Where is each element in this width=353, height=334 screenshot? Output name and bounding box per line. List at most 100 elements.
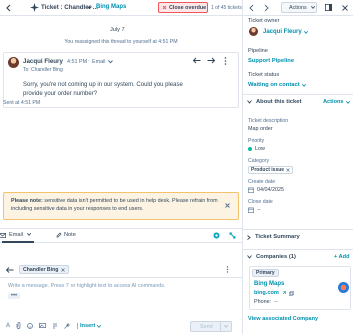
chevron-right-icon[interactable] — [264, 4, 269, 12]
close-icon[interactable] — [225, 203, 230, 208]
more-icon[interactable] — [226, 266, 229, 273]
category-text: Product issue — [251, 167, 285, 173]
tab-note[interactable]: Note — [56, 232, 76, 238]
chevron-down-icon — [345, 100, 350, 104]
phone-value[interactable]: -- — [274, 299, 278, 305]
more-icon[interactable] — [224, 57, 227, 65]
about-actions-dropdown[interactable]: Actions — [323, 99, 350, 105]
close-date-value[interactable]: -- — [248, 207, 261, 213]
ticket-owner-select[interactable]: Jacqui Fleury — [263, 29, 308, 35]
show-quoted-button[interactable]: ••• — [8, 293, 20, 299]
message-input[interactable]: Write a message. Press '/' or highlight … — [8, 283, 165, 289]
recipient-chip[interactable]: Chandler Bing — [19, 265, 70, 274]
create-date-value[interactable]: 04/04/2025 — [248, 187, 284, 193]
magic-icon[interactable] — [64, 322, 71, 329]
chevron-down-icon — [247, 100, 252, 104]
note-icon — [56, 232, 62, 238]
divider — [243, 94, 353, 95]
divider — [0, 277, 242, 278]
about-title: About this ticket — [256, 99, 302, 105]
view-company-link[interactable]: View associated Company — [248, 316, 318, 322]
ai-assistant-icon[interactable] — [213, 232, 220, 239]
close-overdue-badge[interactable]: Close overdue — [158, 2, 208, 13]
more-icon[interactable] — [76, 322, 79, 329]
chevron-down-icon — [303, 30, 308, 34]
banner-strong: Please note: — [11, 198, 43, 204]
ticket-pager: 1 of 45 tickets — [211, 5, 242, 11]
add-company-button[interactable]: + Add — [334, 254, 350, 260]
sent-time: Sent at 4:51 PM — [3, 100, 41, 106]
ticket-owner-value: Jacqui Fleury — [263, 29, 302, 35]
reply-icon[interactable] — [193, 57, 201, 64]
priority-value[interactable]: Low — [248, 146, 265, 152]
divider — [220, 322, 221, 331]
create-date-text: 04/04/2025 — [257, 187, 284, 193]
sidebar-header: Actions — [243, 0, 353, 16]
companies-toggle[interactable]: Companies (1) — [247, 254, 296, 260]
insert-label: Insert — [80, 323, 96, 329]
tab-note-label: Note — [64, 232, 76, 238]
expand-icon[interactable] — [229, 232, 236, 239]
close-icon[interactable] — [286, 168, 290, 172]
avatar — [8, 57, 19, 68]
about-section-toggle[interactable]: About this ticket — [247, 99, 301, 105]
image-icon[interactable] — [39, 323, 46, 328]
company-logo — [338, 282, 349, 293]
pipeline-label: Pipeline — [248, 48, 268, 54]
sidebar-toggle-icon[interactable] — [325, 4, 332, 11]
about-actions-label: Actions — [323, 99, 344, 105]
tab-email[interactable]: Email — [0, 232, 34, 243]
send-label: Send — [200, 323, 213, 330]
tab-email-label: Email — [9, 232, 23, 238]
message-dot: · — [88, 58, 90, 64]
attach-icon[interactable] — [16, 322, 21, 329]
forward-icon[interactable] — [207, 57, 215, 64]
message-channel[interactable]: Email — [92, 59, 105, 65]
sensitive-data-banner: Please note: sensitive data isn't permit… — [3, 192, 239, 220]
snippet-icon[interactable] — [52, 323, 58, 329]
external-link-icon[interactable] — [281, 290, 286, 296]
message-body: Sorry, you're not coming up in our syste… — [23, 82, 183, 97]
description-label: Ticket description — [248, 118, 289, 124]
chevron-right-icon — [247, 234, 251, 240]
close-date-text: -- — [257, 207, 261, 213]
chevron-down-icon[interactable] — [224, 325, 228, 328]
insert-menu[interactable]: Insert — [80, 323, 102, 329]
ticket-summary-toggle[interactable]: Ticket Summary — [247, 234, 300, 240]
emoji-icon[interactable] — [27, 322, 33, 329]
ticket-summary-title: Ticket Summary — [255, 234, 300, 240]
ticket-owner-label: Ticket owner — [248, 18, 280, 24]
pipeline-value[interactable]: Support Pipeline — [248, 58, 294, 64]
close-icon[interactable] — [61, 267, 66, 272]
chevron-left-icon[interactable] — [5, 4, 12, 12]
company-domain[interactable]: bing.com — [254, 290, 279, 296]
priority-text: Low — [255, 146, 265, 152]
category-label: Category — [248, 158, 270, 164]
company-name[interactable]: Bing Maps — [254, 281, 284, 287]
avatar — [249, 27, 258, 36]
close-date-label: Close date — [248, 199, 273, 205]
primary-tag: Primary — [252, 269, 279, 277]
company-link[interactable]: Bing Maps — [96, 4, 126, 10]
status-select[interactable]: Waiting on contact — [248, 82, 306, 88]
reply-composer: Email Note Chandler Bing Write a message — [0, 228, 242, 334]
status-value: Waiting on contact — [248, 82, 300, 88]
chevron-left-icon[interactable] — [249, 4, 254, 12]
chevron-down-icon[interactable] — [87, 5, 92, 10]
chevron-down-icon[interactable] — [108, 60, 113, 64]
copy-icon[interactable] — [289, 290, 294, 296]
text-format-icon[interactable]: A — [6, 323, 10, 329]
close-icon[interactable] — [342, 5, 348, 11]
composer-tabs: Email Note — [0, 229, 242, 243]
calendar-icon — [248, 207, 254, 213]
reply-icon[interactable] — [6, 267, 14, 273]
divider — [243, 229, 353, 230]
send-button[interactable]: Send — [190, 321, 232, 332]
chevron-down-icon — [26, 233, 31, 236]
chevron-down-icon — [97, 324, 102, 328]
description-value[interactable]: Map order — [248, 126, 273, 132]
banner-text: sensitive data isn't permitted to be use… — [11, 198, 218, 212]
recipient-chip-label: Chandler Bing — [23, 266, 59, 273]
actions-dropdown[interactable]: Actions — [281, 2, 317, 13]
category-chip[interactable]: Product issue — [248, 166, 294, 174]
